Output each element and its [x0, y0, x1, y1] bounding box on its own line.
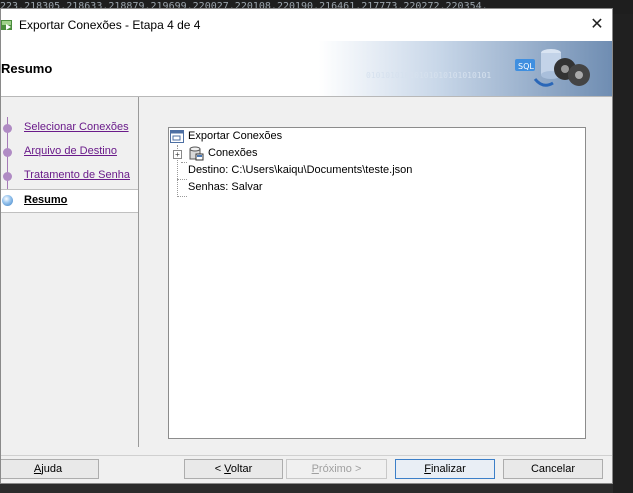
finish-button[interactable]: Finalizar — [395, 459, 495, 479]
step-label[interactable]: Selecionar Conexões — [24, 121, 129, 133]
tree-root[interactable]: Exportar Conexões — [169, 129, 469, 145]
step-dot-icon — [3, 172, 12, 181]
export-window-icon — [170, 130, 184, 143]
step-selecionar-conexoes[interactable]: Selecionar Conexões — [1, 117, 138, 141]
tree-item-label: Destino: C:\Users\kaiqu\Documents\teste.… — [188, 164, 413, 176]
back-button[interactable]: < Voltar — [184, 459, 283, 479]
page-title: Resumo — [1, 61, 53, 76]
tree-item-senhas[interactable]: Senhas: Salvar — [169, 180, 469, 196]
close-button[interactable]: ✕ — [588, 15, 606, 33]
summary-tree[interactable]: Exportar Conexões + Conexões Destino: C:… — [168, 127, 586, 439]
next-button[interactable]: Próximo > — [286, 459, 387, 479]
tree-root-label: Exportar Conexões — [188, 130, 283, 142]
sql-developer-app-icon — [1, 20, 12, 30]
binary-decoration: 01010101010101010101010101 — [366, 71, 492, 80]
tree-item-conexoes[interactable]: + Conexões — [169, 146, 469, 162]
step-dot-icon — [3, 148, 12, 157]
current-step-icon — [2, 195, 13, 206]
step-tratamento-de-senha[interactable]: Tratamento de Senha — [1, 165, 138, 189]
database-reels-icon: SQL — [515, 49, 590, 87]
help-button[interactable]: Ajuda — [1, 459, 99, 479]
expand-plus-icon[interactable]: + — [173, 150, 182, 159]
title-bar: Exportar Conexões - Etapa 4 de 4 ✕ — [1, 9, 612, 41]
finish-label-rest: inalizar — [430, 463, 466, 475]
svg-text:SQL: SQL — [518, 62, 534, 71]
tree-item-label: Senhas: Salvar — [188, 181, 263, 193]
export-connections-dialog: Exportar Conexões - Etapa 4 de 4 ✕ Resum… — [0, 8, 613, 484]
step-label[interactable]: Arquivo de Destino — [24, 145, 117, 157]
button-bar-divider — [1, 455, 612, 456]
back-label-rest: oltar — [230, 463, 253, 475]
step-arquivo-de-destino[interactable]: Arquivo de Destino — [1, 141, 138, 165]
back-prefix: < — [214, 463, 225, 475]
next-label-rest: róximo > — [318, 463, 362, 475]
back-mnemonic: V — [224, 463, 231, 475]
connections-folder-icon — [189, 146, 204, 161]
tree-item-label: Conexões — [208, 147, 258, 159]
wizard-header: Resumo 01010101010101010101010101 SQL — [1, 41, 612, 97]
step-label[interactable]: Resumo — [24, 194, 67, 206]
tree-connector — [177, 196, 187, 197]
tree-item-destino[interactable]: Destino: C:\Users\kaiqu\Documents\teste.… — [169, 163, 499, 179]
cancel-button[interactable]: Cancelar — [503, 459, 603, 479]
finish-mnemonic: F — [424, 463, 431, 475]
wizard-steps-panel: Selecionar Conexões Arquivo de Destino T… — [1, 97, 139, 447]
step-label[interactable]: Tratamento de Senha — [24, 169, 130, 181]
step-resumo[interactable]: Resumo — [1, 189, 138, 213]
step-dot-icon — [3, 124, 12, 133]
background-desktop — [613, 14, 633, 493]
next-mnemonic: P — [311, 463, 319, 475]
help-label-rest: juda — [41, 463, 63, 475]
window-title: Exportar Conexões - Etapa 4 de 4 — [19, 18, 201, 32]
